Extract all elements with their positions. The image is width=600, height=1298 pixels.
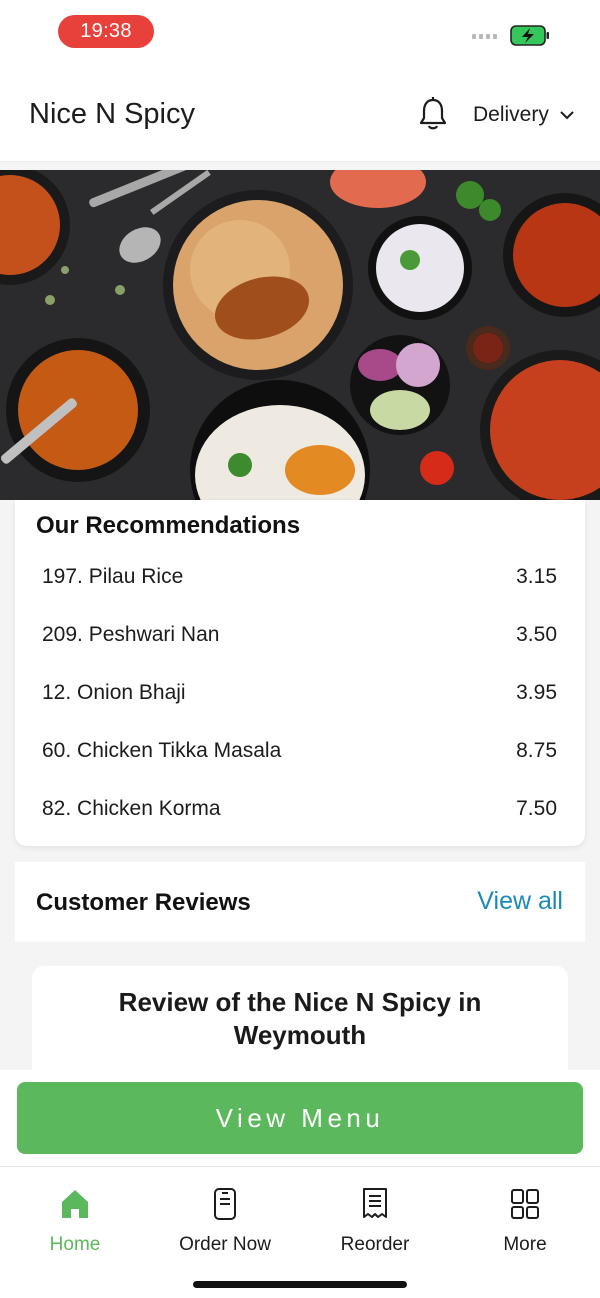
list-item[interactable]: 209. Peshwari Nan 3.50 [15, 606, 585, 664]
item-name: 209. Peshwari Nan [42, 623, 220, 646]
battery-charging-icon [510, 25, 549, 46]
recommendations-list: 197. Pilau Rice 3.15 209. Peshwari Nan 3… [15, 548, 585, 838]
customer-reviews-header: Customer Reviews View all [15, 862, 585, 942]
list-item[interactable]: 82. Chicken Korma 7.50 [15, 780, 585, 838]
view-menu-button[interactable]: View Menu [17, 1082, 583, 1154]
receipt-icon [363, 1188, 387, 1218]
delivery-selector[interactable]: Delivery [473, 103, 575, 127]
item-price: 8.75 [516, 739, 557, 762]
reviews-title: Customer Reviews [36, 889, 251, 916]
item-price: 7.50 [516, 797, 557, 820]
mobile-order-icon [214, 1188, 236, 1220]
chevron-down-icon [560, 111, 574, 120]
tab-label: Home [49, 1234, 101, 1255]
tab-label: More [503, 1234, 547, 1255]
food-spread-image [0, 170, 600, 500]
list-item[interactable]: 60. Chicken Tikka Masala 8.75 [15, 722, 585, 780]
tab-reorder[interactable]: Reorder [300, 1187, 450, 1256]
item-name: 60. Chicken Tikka Masala [42, 739, 282, 762]
status-bar: 19:38 [0, 0, 600, 66]
home-icon [62, 1190, 88, 1218]
delivery-label: Delivery [473, 103, 549, 126]
view-menu-bar: View Menu [0, 1070, 600, 1166]
hero-food-image [0, 170, 600, 500]
item-price: 3.50 [516, 623, 557, 646]
list-item[interactable]: 12. Onion Bhaji 3.95 [15, 664, 585, 722]
app-title: Nice N Spicy [29, 98, 195, 130]
list-item[interactable]: 197. Pilau Rice 3.15 [15, 548, 585, 606]
home-indicator [193, 1281, 407, 1288]
status-time: 19:38 [58, 15, 154, 48]
item-name: 82. Chicken Korma [42, 797, 221, 820]
recommendations-title: Our Recommendations [36, 512, 301, 539]
view-all-link[interactable]: View all [477, 887, 563, 916]
tab-order-now[interactable]: Order Now [150, 1187, 300, 1256]
tab-home[interactable]: Home [0, 1187, 150, 1256]
app-header: Nice N Spicy Delivery [0, 66, 600, 162]
item-price: 3.95 [516, 681, 557, 704]
tab-label: Reorder [340, 1234, 410, 1255]
tab-more[interactable]: More [450, 1187, 600, 1256]
grid-icon [511, 1189, 539, 1219]
signal-icon [472, 34, 497, 39]
bell-icon[interactable] [417, 96, 449, 132]
bottom-tab-bar: Home Order Now Reorder More [0, 1166, 600, 1298]
review-title: Review of the Nice N Spicy in Weymouth [118, 987, 482, 1050]
item-name: 197. Pilau Rice [42, 565, 184, 588]
recommendations-card: Our Recommendations 197. Pilau Rice 3.15… [15, 500, 585, 846]
item-name: 12. Onion Bhaji [42, 681, 186, 704]
tab-label: Order Now [179, 1234, 271, 1255]
item-price: 3.15 [516, 565, 557, 588]
